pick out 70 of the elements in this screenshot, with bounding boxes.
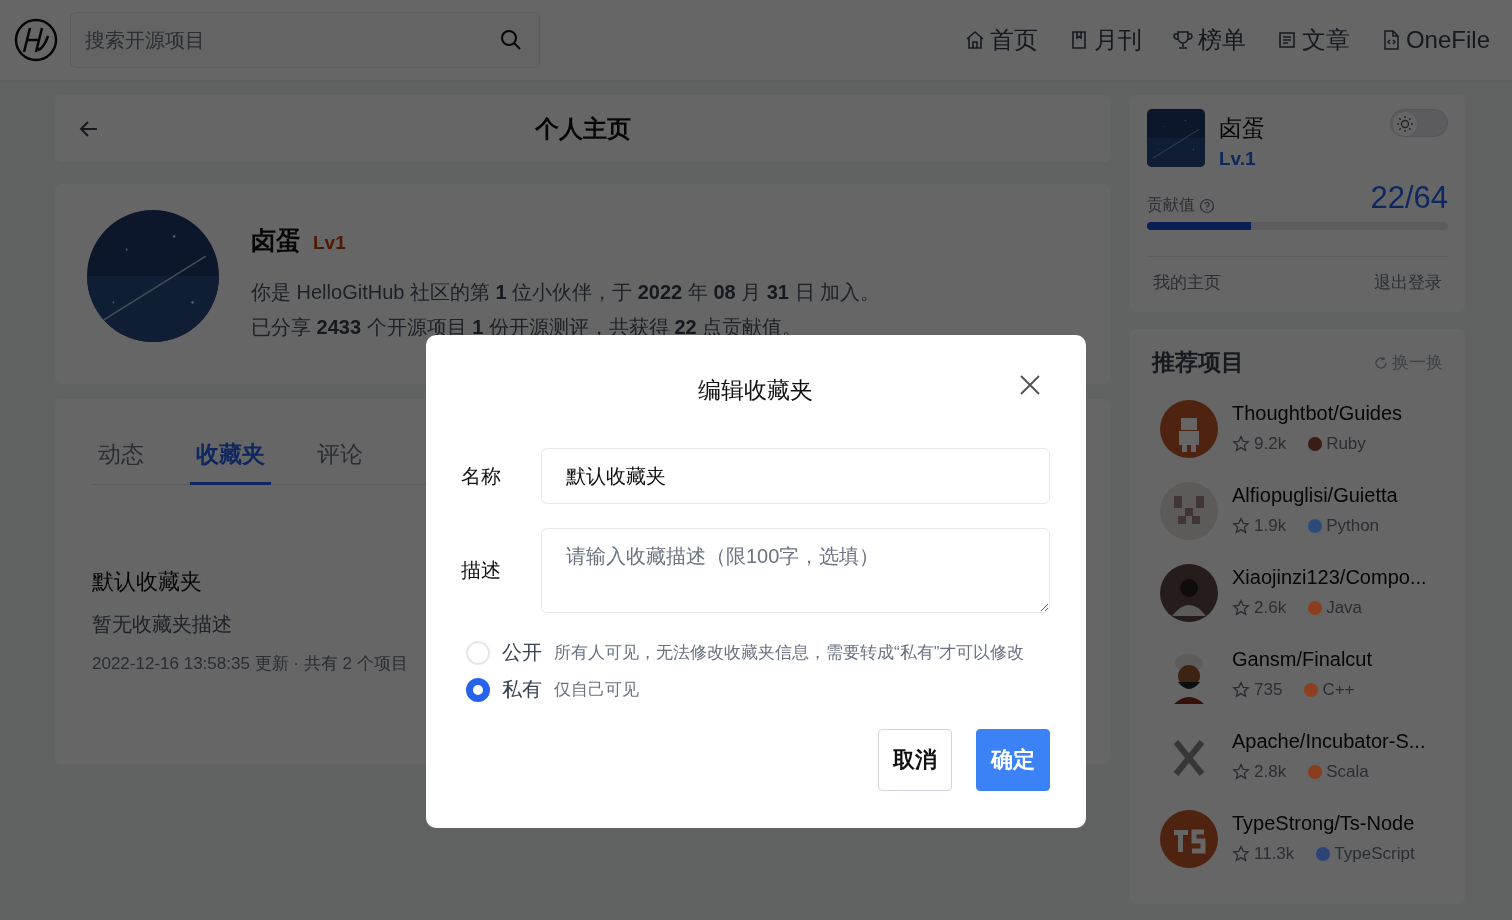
- star-icon: [1232, 763, 1250, 781]
- field-label: 描述: [461, 558, 502, 583]
- repo-name[interactable]: TypeStrong/Ts-Node: [1232, 812, 1415, 835]
- level-label: Lv1: [313, 232, 346, 254]
- description-field[interactable]: 请输入收藏描述（限100字，选填）: [541, 528, 1050, 613]
- avatar[interactable]: [1160, 482, 1218, 540]
- help-icon[interactable]: [1199, 197, 1215, 214]
- star-count: 2.8k: [1254, 762, 1287, 782]
- refresh-icon: [1374, 355, 1388, 370]
- repo-name[interactable]: Thoughtbot/Guides: [1232, 402, 1403, 425]
- nav-link[interactable]: 月刊: [1067, 24, 1142, 56]
- user-link[interactable]: 我的主页: [1153, 271, 1221, 294]
- radio-label[interactable]: 私有: [502, 676, 542, 703]
- radio-hint: 所有人可见，无法修改收藏夹信息，需要转成“私有”才可以修改: [554, 642, 1025, 664]
- level-label: Lv.1: [1219, 148, 1257, 170]
- star-icon: [1232, 845, 1250, 863]
- confirm-button[interactable]: 确定: [976, 729, 1050, 791]
- language-label: Java: [1326, 598, 1363, 618]
- repo-name[interactable]: Apache/Incubator-S...: [1232, 730, 1426, 753]
- star-count: 2.6k: [1254, 598, 1287, 618]
- radio-button[interactable]: [466, 677, 490, 702]
- nav-link[interactable]: 文章: [1275, 24, 1350, 56]
- radio-hint: 仅自己可见: [554, 679, 639, 701]
- radio-label[interactable]: 公开: [502, 639, 542, 666]
- star-count: 1.9k: [1254, 516, 1287, 536]
- user-link[interactable]: 退出登录: [1374, 271, 1442, 294]
- dialog-title: 编辑收藏夹: [698, 376, 813, 405]
- repo-name[interactable]: Xiaojinzi123/Compo...: [1232, 566, 1427, 589]
- star-count: 735: [1254, 680, 1283, 700]
- avatar[interactable]: [1160, 400, 1218, 458]
- contribution-value: 22/64: [1370, 180, 1448, 216]
- star-icon: [1232, 681, 1250, 699]
- profile-text: 你是 HelloGitHub 社区的第 1 位小伙伴，于 2022 年 08 月 31 日 加入。: [251, 280, 881, 305]
- avatar[interactable]: [1160, 564, 1218, 622]
- contribution-label: 贡献值: [1147, 195, 1195, 215]
- nav-link[interactable]: 首页: [963, 24, 1038, 56]
- language-label: TypeScript: [1334, 844, 1415, 864]
- star-count: 11.3k: [1254, 844, 1295, 864]
- repo-name[interactable]: Gansm/Finalcut: [1232, 648, 1373, 671]
- collection-title[interactable]: 默认收藏夹: [92, 567, 202, 597]
- language-label: Scala: [1326, 762, 1369, 782]
- tab[interactable]: 评论: [311, 439, 369, 485]
- star-icon: [1232, 517, 1250, 535]
- language-label: Ruby: [1326, 434, 1366, 454]
- cancel-button[interactable]: 取消: [878, 729, 952, 791]
- collection-description: 暂无收藏夹描述: [92, 612, 232, 637]
- language-label: Python: [1326, 516, 1380, 536]
- profile-name: 卤蛋: [251, 225, 301, 256]
- avatar[interactable]: [1160, 810, 1218, 868]
- trophy-icon: [1171, 29, 1194, 51]
- nav-link[interactable]: OneFile: [1379, 24, 1490, 56]
- nav-link[interactable]: 榜单: [1171, 24, 1246, 56]
- theme-toggle[interactable]: [1390, 109, 1448, 137]
- section-title: 推荐项目: [1152, 348, 1244, 377]
- star-icon: [1232, 435, 1250, 453]
- star-count: 9.2k: [1254, 434, 1287, 454]
- logo-icon[interactable]: [14, 18, 58, 62]
- name-field[interactable]: 默认收藏夹: [541, 448, 1050, 504]
- user-name: 卤蛋: [1219, 114, 1265, 143]
- tab[interactable]: 动态: [92, 439, 150, 485]
- repo-name[interactable]: Alfiopuglisi/Guietta: [1232, 484, 1398, 507]
- search-field[interactable]: 搜索开源项目: [70, 12, 540, 68]
- close-icon[interactable]: [1018, 373, 1042, 397]
- language-label: C++: [1322, 680, 1355, 700]
- tab[interactable]: 收藏夹: [190, 439, 271, 485]
- search-icon[interactable]: [500, 29, 522, 51]
- sun-icon: [1396, 115, 1414, 133]
- page-title: 个人主页: [534, 113, 631, 144]
- star-icon: [1232, 599, 1250, 617]
- field-label: 名称: [461, 463, 502, 489]
